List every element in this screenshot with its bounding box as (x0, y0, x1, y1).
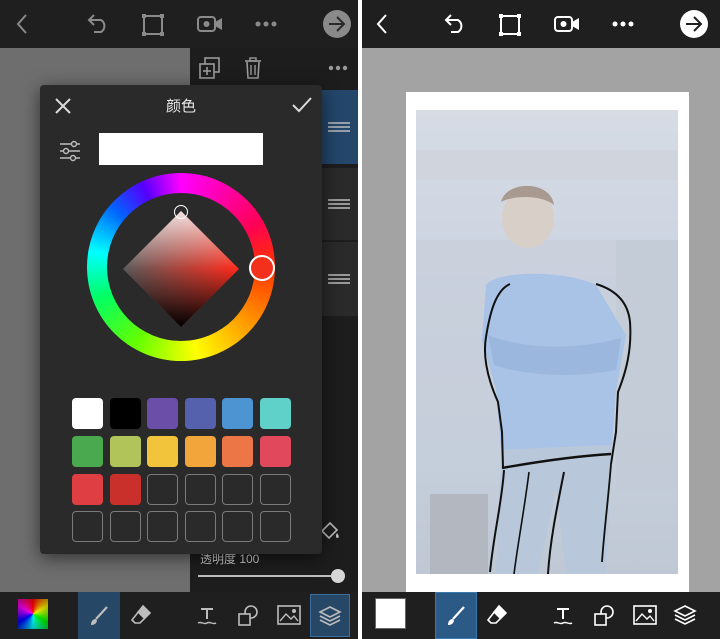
sticker-icon[interactable] (591, 602, 617, 628)
swatch-pink-red[interactable] (260, 436, 291, 467)
layer-more-icon[interactable] (326, 58, 350, 78)
swatch-olive[interactable] (110, 436, 141, 467)
diamond-selector[interactable] (174, 205, 188, 219)
swatch-dark-red[interactable] (110, 474, 141, 505)
more-dots-icon[interactable] (254, 14, 278, 34)
bottom-toolbar (362, 592, 720, 639)
swatch-purple[interactable] (147, 398, 178, 429)
canvas-frame[interactable] (406, 92, 689, 592)
brush-icon[interactable] (435, 592, 477, 639)
undo-icon[interactable] (83, 12, 111, 36)
drag-handle-icon[interactable] (328, 199, 350, 209)
top-toolbar (362, 0, 720, 48)
swatch-green[interactable] (72, 436, 103, 467)
swatch-empty[interactable] (222, 511, 253, 542)
swatch-empty[interactable] (72, 511, 103, 542)
swatch-teal[interactable] (260, 398, 291, 429)
swatch-empty[interactable] (147, 474, 178, 505)
confirm-check-icon[interactable] (290, 93, 314, 117)
video-camera-icon[interactable] (553, 13, 581, 35)
image-icon[interactable] (276, 603, 302, 627)
back-icon[interactable] (370, 12, 394, 36)
color-picker-button[interactable] (18, 599, 48, 629)
eraser-icon[interactable] (484, 602, 510, 628)
opacity-slider-track[interactable] (198, 575, 340, 577)
swatch-empty[interactable] (147, 511, 178, 542)
video-camera-icon[interactable] (196, 13, 224, 35)
brush-outline-drawing (483, 283, 632, 575)
drag-handle-icon[interactable] (328, 122, 350, 132)
swatch-indigo[interactable] (185, 398, 216, 429)
arrow-right-circle-icon[interactable] (680, 10, 708, 38)
drag-handle-icon[interactable] (328, 274, 350, 284)
sticker-icon[interactable] (235, 602, 261, 628)
swatch-empty[interactable] (185, 511, 216, 542)
swatch-coral[interactable] (222, 436, 253, 467)
text-icon[interactable] (194, 602, 220, 628)
swatch-black[interactable] (110, 398, 141, 429)
top-toolbar (0, 0, 358, 48)
swatch-red[interactable] (72, 474, 103, 505)
add-layer-icon[interactable] (198, 56, 222, 80)
swatch-empty[interactable] (185, 474, 216, 505)
swatch-yellow[interactable] (147, 436, 178, 467)
back-icon[interactable] (10, 12, 34, 36)
left-screen: 透明度 100 颜色 (0, 0, 358, 639)
swatch-empty[interactable] (260, 474, 291, 505)
text-icon[interactable] (550, 602, 576, 628)
arrow-right-circle-icon[interactable] (323, 10, 351, 38)
hue-selector[interactable] (249, 255, 275, 281)
image-icon[interactable] (632, 603, 658, 627)
swatch-orange[interactable] (185, 436, 216, 467)
more-dots-icon[interactable] (611, 14, 635, 34)
delete-layer-icon[interactable] (242, 56, 264, 80)
swatch-empty[interactable] (110, 511, 141, 542)
brush-icon[interactable] (78, 592, 120, 639)
color-picker-button[interactable] (375, 598, 406, 629)
crop-icon[interactable] (140, 12, 166, 38)
swatch-white[interactable] (72, 398, 103, 429)
swatch-empty[interactable] (222, 474, 253, 505)
hex-color-input[interactable] (99, 133, 263, 165)
layers-icon[interactable] (310, 594, 350, 637)
eraser-icon[interactable] (128, 602, 154, 628)
bottom-toolbar (0, 592, 358, 639)
dialog-title: 颜色 (165, 98, 196, 115)
swatch-empty[interactable] (260, 511, 291, 542)
right-screen (362, 0, 720, 639)
color-dialog: 颜色 (40, 85, 322, 554)
undo-icon[interactable] (440, 12, 468, 36)
sliders-settings-icon[interactable] (58, 139, 82, 163)
opacity-slider-thumb[interactable] (331, 569, 345, 583)
crop-icon[interactable] (497, 12, 523, 38)
swatch-blue[interactable] (222, 398, 253, 429)
layers-icon[interactable] (672, 602, 698, 628)
saturation-value-diamond[interactable] (121, 209, 241, 329)
